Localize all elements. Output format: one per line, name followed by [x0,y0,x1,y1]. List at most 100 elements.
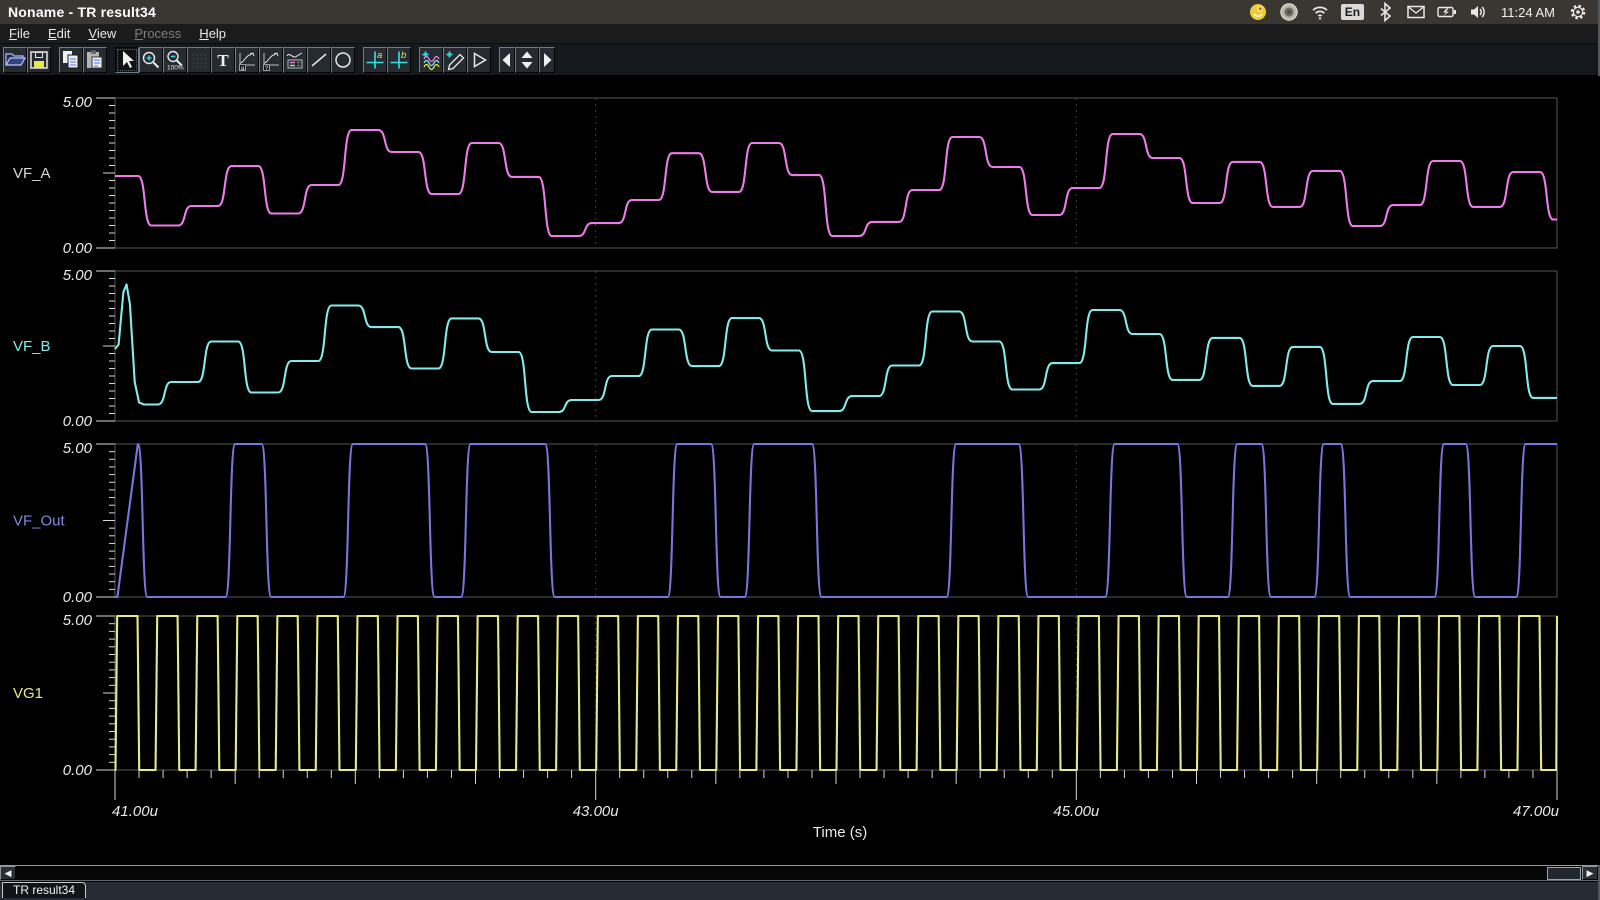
cursor-a-icon: a [364,49,386,71]
signal-label-vf_b: VF_B [13,338,51,355]
open-folder-button[interactable] [3,47,27,73]
add-pen-icon [444,49,466,71]
curve-marker-a-button[interactable]: a [235,47,259,73]
y-max-label: 5.00 [63,267,93,284]
trace-vg1 [115,616,1557,770]
copy-icon [60,49,82,71]
save-floppy-button[interactable] [27,47,51,73]
curve-marker-q-icon: ? [260,49,282,71]
signal-label-vg1: VG1 [13,685,43,702]
nav-right-button[interactable] [539,47,555,73]
scroll-left-button[interactable]: ◀ [0,866,16,880]
app-window: Noname - TR result34 En11:24 AM FileEdit… [0,0,1600,900]
panel-frame [115,98,1557,248]
tab-tr-result34[interactable]: TR result34 [2,882,86,898]
panel-vg1: 5.00 0.00 VG1 [13,612,1557,779]
keyboard-layout-indicator[interactable]: En [1341,4,1364,20]
menu-process[interactable]: Process [125,24,190,43]
legend-icon [284,49,306,71]
nav-right-icon [536,49,558,71]
play-button[interactable] [467,47,491,73]
text-tool-icon: T [212,49,234,71]
svg-text:b: b [401,50,406,61]
menu-file[interactable]: File [0,24,39,43]
cursor-arrow-icon [116,49,138,71]
grid-dots-button[interactable] [187,47,211,73]
toolbar-group [3,47,51,73]
curve-marker-a-icon: a [236,49,258,71]
panel-frame [115,444,1557,597]
svg-text:T: T [217,51,229,70]
menubar: FileEditViewProcessHelp [0,24,1598,44]
toolbar-group [59,47,107,73]
trace-vf_out [115,444,1557,597]
zoom-out-100-icon: 100% [164,49,186,71]
y-min-label: 0.00 [63,413,93,430]
x-tick-label: 47.00u [1513,803,1560,820]
app-bird-icon[interactable] [1248,2,1268,22]
toolbar-group [419,47,491,73]
add-curves-icon [420,49,442,71]
toolbar-group: 100% Ta? [115,47,355,73]
nav-left-button[interactable] [499,47,515,73]
menu-help[interactable]: Help [190,24,235,43]
legend-button[interactable] [283,47,307,73]
panel-vf_b: 5.00 0.00 VF_B [13,267,1557,430]
battery-icon[interactable] [1437,2,1457,22]
x-axis-title: Time (s) [813,824,867,841]
save-floppy-icon [28,49,50,71]
add-curves-button[interactable] [419,47,443,73]
y-min-label: 0.00 [63,589,93,606]
cursor-a-button[interactable]: a [363,47,387,73]
y-min-label: 0.00 [63,762,93,779]
curve-marker-q-button[interactable]: ? [259,47,283,73]
zoom-in-button[interactable] [139,47,163,73]
ellipse-tool-button[interactable] [331,47,355,73]
add-pen-button[interactable] [443,47,467,73]
signal-label-vf_out: VF_Out [13,513,66,530]
scrollbar-thumb[interactable] [1547,867,1581,880]
speaker-icon[interactable] [1468,2,1488,22]
copy-button[interactable] [59,47,83,73]
paste-button[interactable] [83,47,107,73]
clock[interactable]: 11:24 AM [1499,5,1557,20]
panel-vf_out: 5.00 0.00 VF_Out [13,440,1557,606]
zoom-out-100-button[interactable]: 100% [163,47,187,73]
line-tool-button[interactable] [307,47,331,73]
session-gear-icon[interactable] [1568,2,1588,22]
y-max-label: 5.00 [63,94,93,111]
text-tool-button[interactable]: T [211,47,235,73]
menu-view[interactable]: View [79,24,125,43]
x-tick-label: 45.00u [1053,803,1100,820]
bluetooth-icon[interactable] [1375,2,1395,22]
mail-icon[interactable] [1406,2,1426,22]
horizontal-scrollbar[interactable]: ◀ ▶ [0,865,1598,881]
wifi-icon[interactable] [1310,2,1330,22]
waveform-chart-area: 5.000.00VF_A5.000.00VF_B5.000.00VF_Out5.… [0,76,1600,865]
ellipse-tool-icon [332,49,354,71]
menu-edit[interactable]: Edit [39,24,79,43]
trace-vf_b [115,285,1557,413]
toolbar-group: ab [363,47,411,73]
signal-label-vf_a: VF_A [13,165,51,182]
app-volume-knob-icon[interactable] [1279,2,1299,22]
scrollbar-track[interactable] [16,866,1547,880]
system-tray: En 11:24 AM [1248,2,1598,22]
cursor-b-icon: b [388,49,410,71]
trace-vf_a [115,130,1557,236]
x-tick-label: 43.00u [573,803,620,820]
panel-frame [115,271,1557,421]
svg-text:a: a [377,50,382,61]
svg-text:100%: 100% [167,64,184,71]
open-folder-icon [4,49,26,71]
play-icon [468,49,490,71]
scroll-right-button[interactable]: ▶ [1582,866,1598,880]
x-axis: 41.00u43.00u45.00u47.00uTime (s) [112,770,1560,841]
grid-dots-icon [188,49,210,71]
y-max-label: 5.00 [63,440,93,457]
cursor-arrow-button[interactable] [115,47,139,73]
nav-updown-icon [516,49,538,71]
cursor-b-button[interactable]: b [387,47,411,73]
line-tool-icon [308,49,330,71]
y-max-label: 5.00 [63,612,93,629]
